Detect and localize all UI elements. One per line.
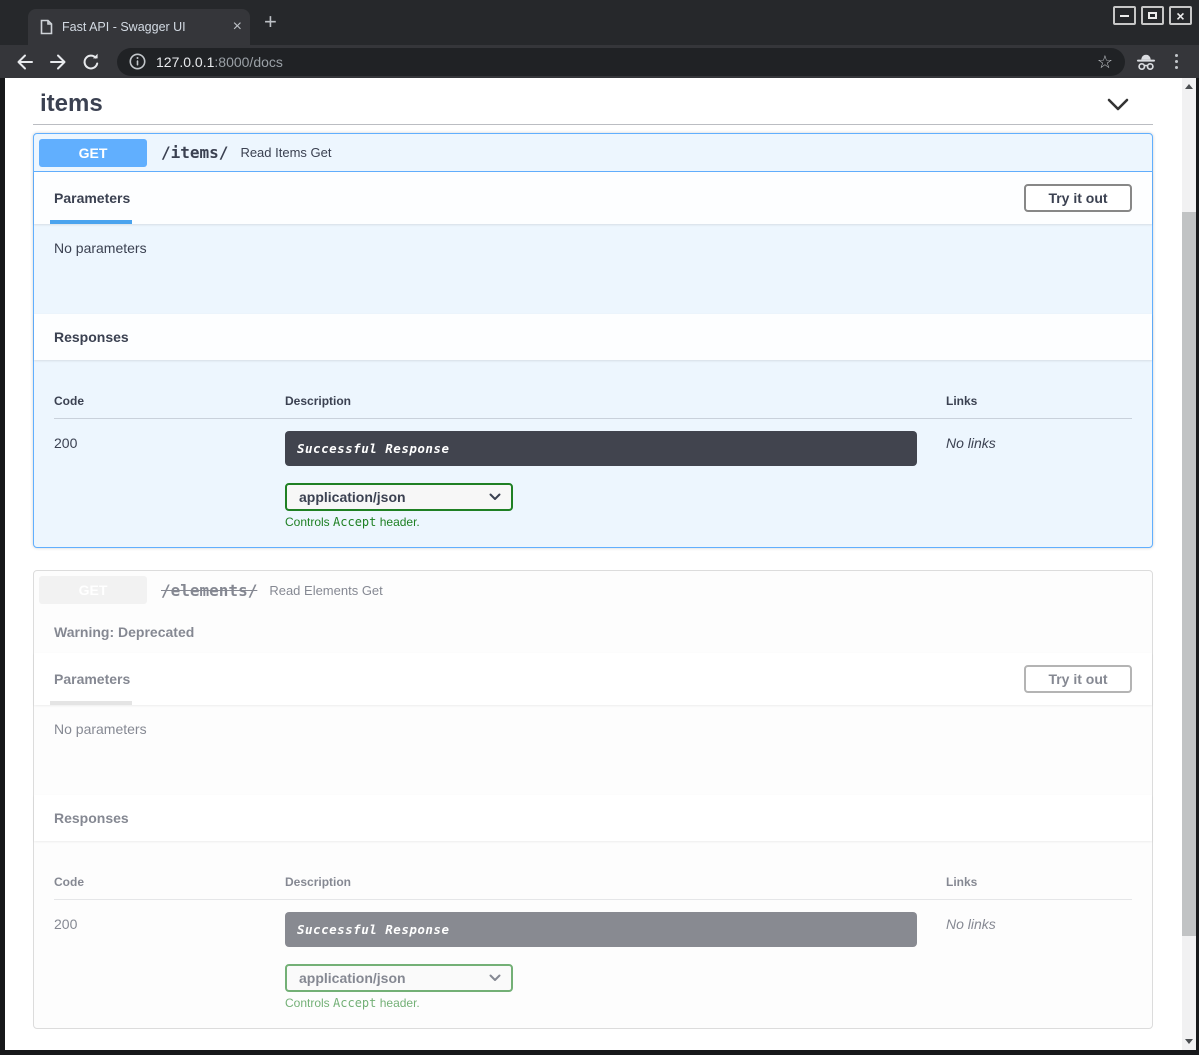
tag-section-header[interactable]: items	[33, 84, 1153, 124]
opblock-summary[interactable]: GET /elements/ Read Elements Get	[34, 571, 1152, 609]
response-description-cell: Successful Response application/json Con…	[285, 912, 946, 1010]
close-button[interactable]: ×	[1169, 6, 1192, 25]
response-code: 200	[54, 912, 285, 1010]
col-description: Description	[285, 394, 946, 408]
menu-kebab-icon[interactable]	[1172, 54, 1181, 69]
responses-header: Responses	[34, 795, 1152, 841]
parameters-title: Parameters	[54, 190, 130, 206]
select-chevron-icon	[489, 493, 501, 501]
maximize-button[interactable]	[1141, 6, 1164, 25]
section-divider	[33, 124, 1153, 125]
browser-tab[interactable]: Fast API - Swagger UI ×	[28, 9, 250, 45]
window-titlebar: Fast API - Swagger UI × + ×	[0, 0, 1199, 45]
response-links: No links	[946, 912, 1132, 1010]
method-badge: GET	[39, 139, 147, 167]
page-scrollbar[interactable]	[1182, 78, 1196, 1050]
response-description-cell: Successful Response application/json Con…	[285, 431, 946, 529]
window-controls: ×	[1113, 6, 1192, 25]
response-description-panel: Successful Response	[285, 431, 917, 466]
browser-content: items GET /items/ Read Items Get Paramet…	[0, 78, 1199, 1055]
col-description: Description	[285, 875, 946, 889]
browser-window: Fast API - Swagger UI × + × 127.0.0	[0, 0, 1199, 1055]
site-info-icon[interactable]	[129, 53, 146, 70]
opblock-summary[interactable]: GET /items/ Read Items Get	[34, 134, 1152, 172]
url-path: :8000/docs	[214, 54, 283, 70]
endpoint-summary: Read Items Get	[240, 145, 331, 160]
responses-table-head: Code Description Links	[54, 360, 1132, 419]
col-code: Code	[54, 875, 285, 889]
col-links: Links	[946, 875, 1132, 889]
opblock-get-items: GET /items/ Read Items Get Parameters Tr…	[33, 133, 1153, 548]
endpoint-path: /items/	[161, 143, 228, 162]
method-badge: GET	[39, 576, 147, 604]
responses-header: Responses	[34, 314, 1152, 360]
deprecation-warning: Warning: Deprecated	[34, 609, 1152, 653]
select-chevron-icon	[489, 974, 501, 982]
browser-toolbar: 127.0.0.1:8000/docs ☆	[0, 45, 1199, 78]
response-row: 200 Successful Response application/json	[54, 900, 1132, 1010]
url-host: 127.0.0.1	[156, 54, 214, 70]
minimize-button[interactable]	[1113, 6, 1136, 25]
parameters-header: Parameters Try it out	[34, 653, 1152, 705]
responses-table-head: Code Description Links	[54, 841, 1132, 900]
back-icon[interactable]	[15, 52, 35, 72]
response-description-panel: Successful Response	[285, 912, 917, 947]
parameters-title: Parameters	[54, 671, 130, 687]
forward-icon[interactable]	[48, 52, 68, 72]
response-links: No links	[946, 431, 1132, 529]
scrollbar-up-icon[interactable]	[1182, 79, 1196, 94]
no-parameters-message: No parameters	[34, 705, 1152, 795]
incognito-icon	[1135, 52, 1157, 72]
endpoint-path: /elements/	[161, 581, 257, 600]
parameters-header: Parameters Try it out	[34, 172, 1152, 224]
swagger-page: items GET /items/ Read Items Get Paramet…	[5, 78, 1182, 1050]
scrollbar-down-icon[interactable]	[1182, 1034, 1196, 1049]
media-type-note: Controls Accept header.	[285, 515, 946, 529]
responses-table: Code Description Links 200 Successful Re…	[34, 360, 1152, 547]
media-type-note: Controls Accept header.	[285, 996, 946, 1010]
media-type-select[interactable]: application/json	[285, 483, 513, 511]
try-it-out-button[interactable]: Try it out	[1024, 184, 1132, 212]
chevron-down-icon[interactable]	[1107, 98, 1129, 111]
tab-title: Fast API - Swagger UI	[62, 20, 227, 34]
col-code: Code	[54, 394, 285, 408]
tab-close-icon[interactable]: ×	[233, 19, 242, 35]
active-tab-underline	[50, 701, 132, 705]
page-favicon-icon	[40, 19, 53, 35]
response-row: 200 Successful Response application/json	[54, 419, 1132, 529]
new-tab-icon[interactable]: +	[264, 11, 277, 33]
active-tab-underline	[50, 220, 132, 224]
url-bar[interactable]: 127.0.0.1:8000/docs ☆	[117, 48, 1125, 76]
response-code: 200	[54, 431, 285, 529]
media-type-select[interactable]: application/json	[285, 964, 513, 992]
try-it-out-button[interactable]: Try it out	[1024, 665, 1132, 693]
responses-table: Code Description Links 200 Successful Re…	[34, 841, 1152, 1028]
responses-title: Responses	[54, 810, 129, 826]
col-links: Links	[946, 394, 1132, 408]
no-parameters-message: No parameters	[34, 224, 1152, 314]
opblock-get-elements-deprecated: GET /elements/ Read Elements Get Warning…	[33, 570, 1153, 1029]
responses-title: Responses	[54, 329, 129, 345]
endpoint-summary: Read Elements Get	[269, 583, 382, 598]
scrollbar-thumb[interactable]	[1182, 212, 1196, 936]
tag-section-title: items	[40, 90, 103, 118]
reload-icon[interactable]	[81, 52, 101, 72]
bookmark-star-icon[interactable]: ☆	[1097, 53, 1113, 71]
